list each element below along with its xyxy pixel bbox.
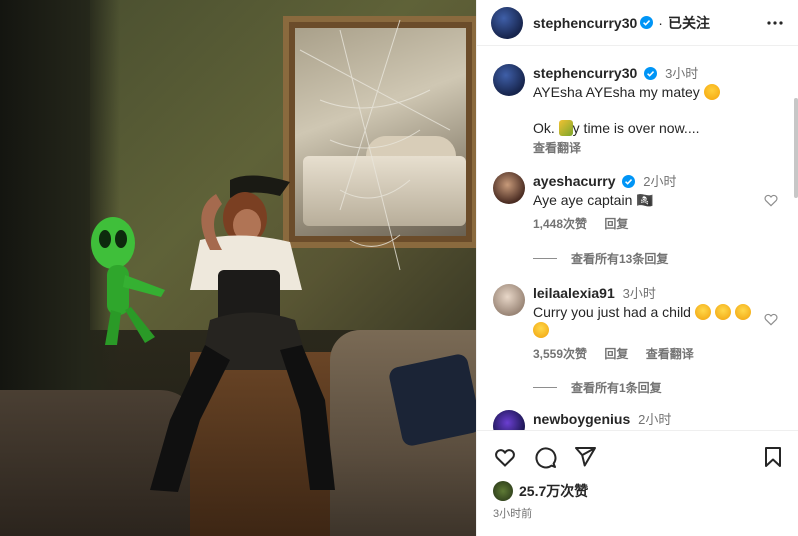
verified-badge-icon [622, 175, 636, 188]
liker-avatar[interactable] [493, 481, 513, 501]
comment-time[interactable]: 2小时 [638, 412, 671, 427]
post-actions: 25.7万次赞 3小时前 [477, 430, 798, 536]
pillow [387, 352, 476, 448]
caption-username[interactable]: stephencurry30 [533, 65, 637, 81]
commenter-avatar[interactable] [493, 284, 525, 316]
verified-badge-icon [640, 16, 654, 29]
separator-dot: · [658, 14, 663, 31]
post-header: stephencurry30 · 已关注 [477, 0, 798, 46]
corn-emoji-icon [558, 120, 573, 136]
like-comment-heart-icon[interactable] [763, 311, 779, 327]
like-heart-icon[interactable] [493, 445, 517, 469]
replies-divider-line [533, 258, 557, 259]
view-replies-label: 查看所有1条回复 [571, 381, 662, 395]
comment-username[interactable]: ayeshacurry [533, 173, 616, 189]
post-time-ago[interactable]: 3小时前 [493, 505, 532, 521]
caption: stephencurry30 3小时 AYEsha AYEsha my mate… [493, 64, 720, 157]
laughing-emoji-icon [714, 304, 731, 320]
likes-count[interactable]: 25.7万次赞 [519, 481, 588, 501]
likes-summary[interactable]: 25.7万次赞 [493, 481, 588, 501]
comment-item: leilaalexia91 3小时 Curry you just had a c… [493, 284, 763, 363]
caption-time[interactable]: 3小时 [665, 66, 698, 81]
like-comment-heart-icon[interactable] [763, 192, 779, 208]
laughing-emoji-icon [533, 322, 549, 338]
comment-likes[interactable]: 1,448次赞 [533, 217, 587, 231]
laughing-emoji-icon [734, 304, 751, 320]
reply-button[interactable]: 回复 [604, 347, 628, 361]
laughing-emoji-icon [694, 304, 711, 320]
verified-badge-icon [644, 67, 658, 80]
view-replies-label: 查看所有13条回复 [571, 252, 669, 266]
caption-line-2: Ok. [533, 120, 555, 136]
comment-username[interactable]: leilaalexia91 [533, 285, 615, 301]
comment-item: ayeshacurry 2小时 Aye aye captain 🏴‍☠️ 1,4… [493, 172, 677, 233]
instagram-post: stephencurry30 · 已关注 stephencurry30 3小时 … [0, 0, 798, 536]
comment-text: Curry you just had a child [533, 304, 691, 320]
replies-divider-line [533, 387, 557, 388]
heart-eyes-emoji-icon [703, 84, 720, 100]
view-replies-button[interactable]: 查看所有1条回复 [533, 379, 662, 396]
author-username[interactable]: stephencurry30 [533, 15, 637, 31]
share-paper-plane-icon[interactable] [573, 445, 597, 469]
comment-bubble-icon[interactable] [533, 445, 557, 469]
commenter-avatar[interactable] [493, 410, 525, 430]
comment-item: newboygenius 2小时 [493, 410, 671, 430]
post-photo[interactable] [0, 0, 476, 536]
comment-username[interactable]: newboygenius [533, 411, 630, 427]
save-bookmark-icon[interactable] [761, 445, 785, 469]
following-button[interactable]: 已关注 [668, 13, 710, 33]
comments-list[interactable]: stephencurry30 3小时 AYEsha AYEsha my mate… [477, 46, 798, 430]
more-options-icon[interactable] [766, 14, 784, 32]
caption-line-2-rest: y time is over now.... [572, 120, 700, 136]
commenter-avatar[interactable] [493, 172, 525, 204]
post-sidebar: stephencurry30 · 已关注 stephencurry30 3小时 … [476, 0, 798, 536]
caption-avatar[interactable] [493, 64, 525, 96]
comment-text-emoji: 🏴‍☠️ [636, 192, 654, 208]
translate-button[interactable]: 查看翻译 [646, 347, 694, 361]
person-in-pirate-costume [150, 175, 335, 492]
comment-time[interactable]: 2小时 [643, 174, 676, 189]
reply-button[interactable]: 回复 [604, 217, 628, 231]
comment-likes[interactable]: 3,559次赞 [533, 347, 587, 361]
author-avatar[interactable] [491, 6, 523, 39]
caption-line-1: AYEsha AYEsha my matey [533, 84, 700, 100]
comment-time[interactable]: 3小时 [623, 286, 656, 301]
comments-scrollbar[interactable] [794, 98, 798, 198]
comment-text: Aye aye captain [533, 192, 633, 208]
caption-translate-link[interactable]: 查看翻译 [533, 141, 581, 155]
view-replies-button[interactable]: 查看所有13条回复 [533, 250, 668, 267]
